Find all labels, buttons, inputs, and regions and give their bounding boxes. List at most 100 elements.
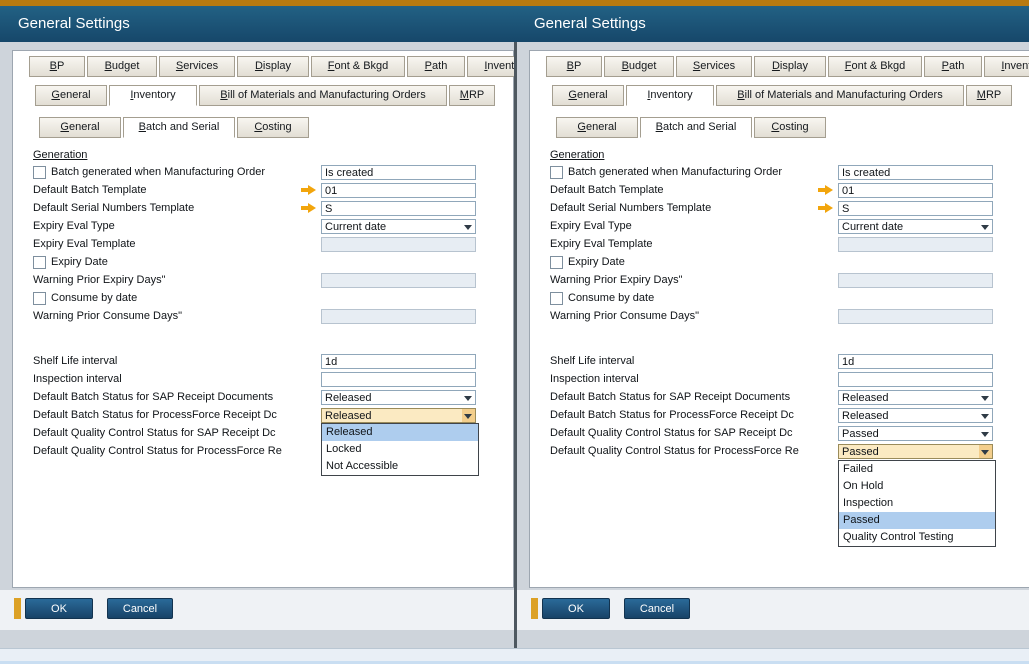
tab-display[interactable]: Display: [237, 56, 309, 77]
tab-bp[interactable]: BP: [29, 56, 85, 77]
field-shelf-life-interval[interactable]: 1d: [321, 354, 476, 369]
dropdown-default-batch-status-sap[interactable]: Released: [838, 390, 993, 405]
label-default-qc-status-processforce: Default Quality Control Status for Proce…: [550, 445, 799, 458]
label-default-batch-template: Default Batch Template: [33, 184, 147, 197]
tab-costing[interactable]: Costing: [237, 117, 309, 138]
tab-batch-and-serial[interactable]: Batch and Serial: [640, 117, 752, 138]
checkbox-expiry-date[interactable]: [550, 256, 563, 269]
dropdown-expiry-eval-type[interactable]: Current date: [321, 219, 476, 234]
dropdown-arrow-icon: [464, 396, 472, 401]
option-qc-testing[interactable]: Quality Control Testing: [839, 529, 995, 546]
cancel-button[interactable]: Cancel: [107, 598, 173, 619]
settings-card: BP Budget Services Display Font & Bkgd P…: [529, 50, 1029, 588]
field-default-serial-numbers-template[interactable]: S: [838, 201, 993, 216]
ok-button[interactable]: OK: [542, 598, 610, 619]
field-warning-prior-expiry-days: [838, 273, 993, 288]
dropdown-default-qc-status-processforce[interactable]: Passed: [838, 444, 993, 459]
mid-tab-bar: General Inventory Bill of Materials and …: [35, 85, 497, 106]
checkbox-batch-generated[interactable]: [33, 166, 46, 179]
label-default-qc-status-sap: Default Quality Control Status for SAP R…: [33, 427, 276, 440]
tab-budget[interactable]: Budget: [87, 56, 157, 77]
label-expiry-date: Expiry Date: [568, 256, 625, 269]
dropdown-list-qc-status: Failed On Hold Inspection Passed Quality…: [838, 460, 996, 547]
field-shelf-life-interval[interactable]: 1d: [838, 354, 993, 369]
option-locked[interactable]: Locked: [322, 441, 478, 458]
field-default-serial-numbers-template[interactable]: S: [321, 201, 476, 216]
tab-mrp[interactable]: MRP: [966, 85, 1012, 106]
label-expiry-eval-type: Expiry Eval Type: [550, 220, 632, 233]
field-warning-prior-expiry-days: [321, 273, 476, 288]
panel-divider: [514, 42, 517, 664]
tab-inventory[interactable]: Inventory: [626, 85, 714, 106]
dropdown-arrow-icon: [981, 414, 989, 419]
tab-bom-orders[interactable]: Bill of Materials and Manufacturing Orde…: [716, 85, 964, 106]
tab-bom-orders[interactable]: Bill of Materials and Manufacturing Orde…: [199, 85, 447, 106]
tab-path[interactable]: Path: [407, 56, 465, 77]
mid-tab-bar: General Inventory Bill of Materials and …: [552, 85, 1014, 106]
tab-costing[interactable]: Costing: [754, 117, 826, 138]
status-footer: [0, 648, 1029, 664]
field-default-batch-template[interactable]: 01: [321, 183, 476, 198]
tab-path[interactable]: Path: [924, 56, 982, 77]
option-not-accessible[interactable]: Not Accessible: [322, 458, 478, 475]
cancel-button[interactable]: Cancel: [624, 598, 690, 619]
tab-budget[interactable]: Budget: [604, 56, 674, 77]
option-failed[interactable]: Failed: [839, 461, 995, 478]
sub-tab-bar: General Batch and Serial Costing: [39, 117, 311, 138]
dropdown-arrow-icon: [981, 432, 989, 437]
dropdown-expiry-eval-type[interactable]: Current date: [838, 219, 993, 234]
tab-general-mid[interactable]: General: [35, 85, 107, 106]
dropdown-default-batch-status-sap[interactable]: Released: [321, 390, 476, 405]
label-expiry-date: Expiry Date: [51, 256, 108, 269]
checkbox-expiry-date[interactable]: [33, 256, 46, 269]
field-expiry-eval-template: [838, 237, 993, 252]
link-arrow-icon[interactable]: [818, 185, 833, 195]
tab-services[interactable]: Services: [676, 56, 752, 77]
field-warning-prior-consume-days: [838, 309, 993, 324]
option-passed[interactable]: Passed: [839, 512, 995, 529]
settings-panel-left: BP Budget Services Display Font & Bkgd P…: [0, 42, 514, 664]
top-tab-bar: BP Budget Services Display Font & Bkgd P…: [29, 56, 514, 77]
field-manufacturing-order-event[interactable]: Is created: [321, 165, 476, 180]
checkbox-consume-by-date[interactable]: [33, 292, 46, 305]
dropdown-default-batch-status-processforce[interactable]: Released: [838, 408, 993, 423]
tab-bp[interactable]: BP: [546, 56, 602, 77]
option-released[interactable]: Released: [322, 424, 478, 441]
link-arrow-icon[interactable]: [818, 203, 833, 213]
checkbox-consume-by-date[interactable]: [550, 292, 563, 305]
option-inspection[interactable]: Inspection: [839, 495, 995, 512]
field-inspection-interval[interactable]: [838, 372, 993, 387]
tab-general-sub[interactable]: General: [556, 117, 638, 138]
field-default-batch-template[interactable]: 01: [838, 183, 993, 198]
label-batch-generated: Batch generated when Manufacturing Order: [51, 166, 265, 179]
label-warning-prior-consume-days: Warning Prior Consume Days": [33, 310, 182, 323]
dropdown-default-qc-status-sap[interactable]: Passed: [838, 426, 993, 441]
tab-services[interactable]: Services: [159, 56, 235, 77]
tab-mrp[interactable]: MRP: [449, 85, 495, 106]
sub-tab-bar: General Batch and Serial Costing: [556, 117, 828, 138]
tab-inventory-top[interactable]: Inventory: [984, 56, 1029, 77]
tab-inventory[interactable]: Inventory: [109, 85, 197, 106]
dropdown-arrow-icon: [981, 396, 989, 401]
title-bar: General Settings General Settings: [0, 6, 1029, 42]
tab-font-bkgd[interactable]: Font & Bkgd: [311, 56, 405, 77]
link-arrow-icon[interactable]: [301, 185, 316, 195]
tab-inventory-top[interactable]: Inventory: [467, 56, 514, 77]
option-on-hold[interactable]: On Hold: [839, 478, 995, 495]
dropdown-arrow-icon: [464, 225, 472, 230]
ok-button[interactable]: OK: [25, 598, 93, 619]
field-inspection-interval[interactable]: [321, 372, 476, 387]
field-manufacturing-order-event[interactable]: Is created: [838, 165, 993, 180]
dropdown-default-batch-status-processforce[interactable]: Released: [321, 408, 476, 423]
label-consume-by-date: Consume by date: [51, 292, 137, 305]
label-batch-generated: Batch generated when Manufacturing Order: [568, 166, 782, 179]
link-arrow-icon[interactable]: [301, 203, 316, 213]
tab-general-mid[interactable]: General: [552, 85, 624, 106]
tab-font-bkgd[interactable]: Font & Bkgd: [828, 56, 922, 77]
label-default-batch-status-sap: Default Batch Status for SAP Receipt Doc…: [33, 391, 273, 404]
checkbox-batch-generated[interactable]: [550, 166, 563, 179]
tab-display[interactable]: Display: [754, 56, 826, 77]
tab-general-sub[interactable]: General: [39, 117, 121, 138]
tab-batch-and-serial[interactable]: Batch and Serial: [123, 117, 235, 138]
generation-section-label: Generation: [33, 149, 87, 161]
